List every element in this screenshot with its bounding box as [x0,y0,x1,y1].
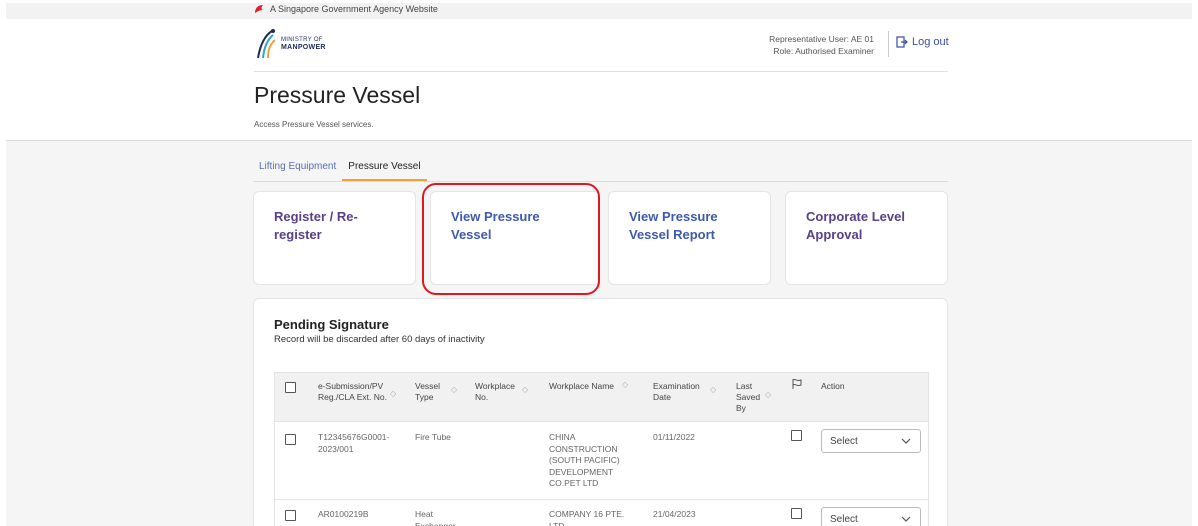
register-card[interactable]: Register / Re-register [253,191,416,285]
divider [888,31,889,57]
sort-icon[interactable]: ◇ [622,381,628,389]
view-report-label: View Pressure Vessel Report [629,209,718,242]
gov-banner-text: A Singapore Government Agency Website [270,4,438,14]
corporate-approval-card[interactable]: Corporate Level Approval [785,191,948,285]
cell-exam-date: 21/04/2023 [653,509,696,519]
col-exam-date: Examination Date [653,381,700,402]
gov-banner: A Singapore Government Agency Website [6,3,1192,19]
sort-icon[interactable]: ◇ [765,391,771,399]
logo-line2: MANPOWER [281,43,326,51]
tab-lifting-equipment[interactable]: Lifting Equipment [253,160,342,181]
action-select-value: Select [830,514,858,525]
view-pressure-vessel-label: View Pressure Vessel [451,209,540,242]
cell-exam-date: 01/11/2022 [653,432,695,442]
cell-esub: AR0100219B [318,509,369,519]
mom-logo[interactable]: MINISTRY OF MANPOWER [254,28,326,60]
logout-icon [896,36,908,48]
cell-esub: T12345676G0001-2023/001 [318,432,390,454]
cell-workplace-name: CHINA CONSTRUCTION (SOUTH PACIFIC) DEVEL… [549,432,620,488]
logout-button[interactable]: Log out [896,36,949,48]
corporate-approval-label: Corporate Level Approval [806,209,905,242]
table-row: AR0100219B Heat Exchanger COMPANY 16 PTE… [274,500,929,526]
pending-table: e-Submission/PV Reg./CLA Ext. No. ◇ Vess… [274,372,929,526]
table-row: T12345676G0001-2023/001 Fire Tube CHINA … [274,422,929,500]
flag-checkbox[interactable] [791,508,802,519]
register-card-label: Register / Re-register [274,209,358,242]
page-subtitle: Access Pressure Vessel services. [254,120,374,129]
action-select[interactable]: Select [821,429,921,453]
pending-subtitle: Record will be discarded after 60 days o… [274,334,485,345]
col-last-saved: Last Saved By [736,381,761,413]
action-select[interactable]: Select [821,507,921,526]
table-header: e-Submission/PV Reg./CLA Ext. No. ◇ Vess… [274,372,929,422]
representative-user: Representative User: AE 01 [769,34,874,44]
chevron-down-icon [901,438,911,444]
page-title: Pressure Vessel [254,82,421,108]
select-all-checkbox[interactable] [285,382,296,393]
col-workplace-name: Workplace Name [549,381,615,391]
flag-checkbox[interactable] [791,430,802,441]
sort-icon[interactable]: ◇ [390,390,396,398]
tab-pressure-vessel[interactable]: Pressure Vessel [342,160,427,181]
logo-line1: MINISTRY OF [281,36,323,43]
header: MINISTRY OF MANPOWER Representative User… [6,19,1192,141]
sort-icon[interactable]: ◇ [522,386,528,394]
cell-vessel-type: Heat Exchanger [415,509,456,526]
action-select-value: Select [830,436,858,447]
mom-logo-icon [257,29,276,59]
cell-workplace-name: COMPANY 16 PTE. LTD [549,509,625,526]
cell-vessel-type: Fire Tube [415,432,451,442]
col-esub: e-Submission/PV Reg./CLA Ext. No. [318,381,387,402]
logout-label: Log out [912,36,949,48]
service-tabs: Lifting Equipment Pressure Vessel [253,160,948,182]
col-workplace-no: Workplace No. [475,381,515,402]
singapore-lion-icon [254,4,264,14]
view-pressure-vessel-card[interactable]: View Pressure Vessel [430,191,600,285]
sort-icon[interactable]: ◇ [451,386,457,394]
user-info: Representative User: AE 01 Role: Authori… [769,33,874,57]
sort-icon[interactable]: ◇ [710,386,716,394]
chevron-down-icon [901,516,911,522]
col-vessel-type: Vessel Type [415,381,441,402]
pending-signature-panel: Pending Signature Record will be discard… [253,298,948,526]
flag-icon[interactable] [791,378,803,393]
view-report-card[interactable]: View Pressure Vessel Report [608,191,771,285]
divider [254,71,948,72]
row-checkbox[interactable] [285,434,296,445]
col-action: Action [821,381,845,391]
user-role: Role: Authorised Examiner [773,46,874,56]
row-checkbox[interactable] [285,510,296,521]
pending-title: Pending Signature [274,317,389,332]
